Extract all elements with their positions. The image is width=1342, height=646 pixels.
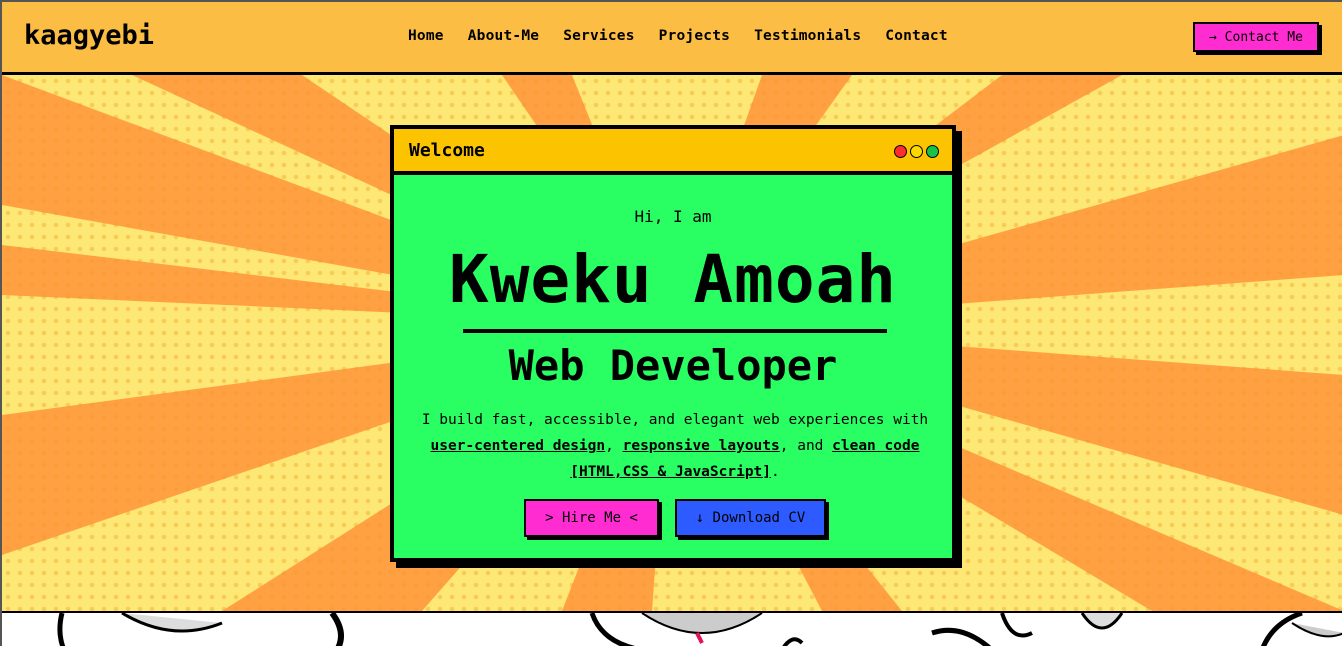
nav-services[interactable]: Services — [563, 28, 634, 44]
nav-contact[interactable]: Contact — [885, 28, 948, 44]
highlight-user-centered-design: user-centered design — [430, 438, 606, 454]
highlight-responsive-layouts: responsive layouts — [622, 438, 780, 454]
greeting-text: Hi, I am — [634, 207, 712, 226]
window-title: Welcome — [409, 140, 485, 161]
download-cv-button[interactable]: ↓ Download CV — [675, 499, 826, 537]
name-divider — [463, 329, 887, 333]
hero-name: Kweku Amoah — [448, 241, 898, 318]
description-end: . — [771, 464, 780, 480]
comic-illustration — [57, 613, 1342, 646]
nav-about-me[interactable]: About-Me — [468, 28, 539, 44]
window-titlebar: Welcome — [394, 129, 952, 175]
description-separator: , and — [779, 438, 833, 454]
hire-me-button[interactable]: > Hire Me < — [524, 499, 659, 537]
maximize-dot-icon[interactable] — [926, 145, 939, 158]
nav-testimonials[interactable]: Testimonials — [754, 28, 861, 44]
description-text: I build fast, accessible, and elegant we… — [421, 412, 929, 428]
nav-home[interactable]: Home — [408, 28, 444, 44]
close-dot-icon[interactable] — [894, 145, 907, 158]
next-section-preview — [2, 611, 1342, 646]
nav-projects[interactable]: Projects — [659, 28, 730, 44]
minimize-dot-icon[interactable] — [910, 145, 923, 158]
welcome-window: Welcome Hi, I am Kweku Amoah Web Develop… — [390, 125, 956, 562]
site-logo[interactable]: kaagyebi — [24, 20, 154, 51]
main-nav: Home About-Me Services Projects Testimon… — [408, 28, 972, 44]
hero-role: Web Developer — [508, 341, 838, 390]
description-separator: , — [605, 438, 623, 454]
contact-me-button[interactable]: → Contact Me — [1193, 22, 1319, 52]
hero-description: I build fast, accessible, and elegant we… — [410, 407, 940, 485]
site-header: kaagyebi Home About-Me Services Projects… — [2, 2, 1342, 75]
